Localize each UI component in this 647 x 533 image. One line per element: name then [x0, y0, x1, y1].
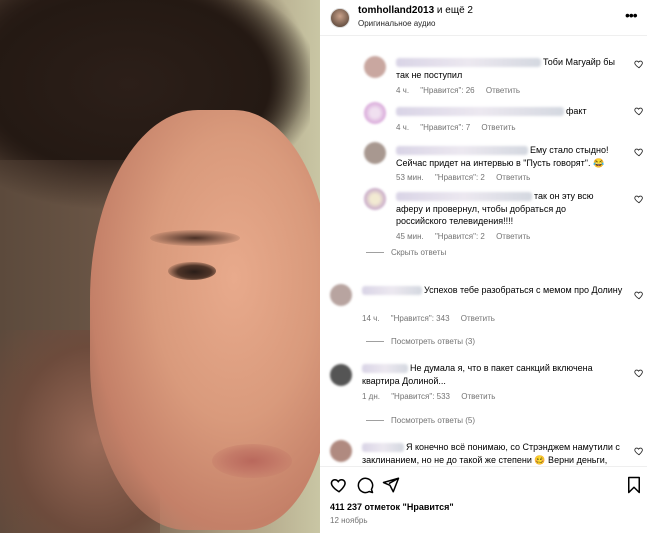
author-avatar[interactable]	[330, 8, 350, 28]
comment-avatar[interactable]	[364, 188, 386, 210]
comment-time: 14 ч.	[362, 314, 380, 323]
reply-button[interactable]: Ответить	[496, 173, 530, 182]
comment-time: 1 дн.	[362, 392, 380, 401]
comment-username[interactable]	[362, 443, 404, 453]
comment-text: факт	[566, 106, 587, 116]
coauthors-link[interactable]: и ещё 2	[437, 5, 473, 16]
comment-username[interactable]	[396, 146, 528, 156]
heart-icon[interactable]	[634, 290, 644, 300]
comment-avatar[interactable]	[330, 440, 352, 462]
comment-avatar[interactable]	[364, 102, 386, 124]
reply-button[interactable]: Ответить	[496, 232, 530, 241]
author-line: tomholland2013 и ещё 2	[358, 5, 473, 16]
comment-likes[interactable]: "Нравится": 2	[435, 173, 485, 182]
comment-likes[interactable]: "Нравится": 7	[420, 123, 470, 132]
comment-username[interactable]	[396, 58, 541, 68]
view-replies-button[interactable]: Посмотреть ответы (3)	[366, 337, 475, 346]
post-photo	[0, 0, 320, 533]
post-actions-bar	[320, 466, 647, 502]
comment-icon[interactable]	[356, 476, 374, 494]
bookmark-icon[interactable]	[625, 476, 643, 494]
comment-avatar[interactable]	[364, 142, 386, 164]
like-heart-icon[interactable]	[330, 476, 348, 494]
heart-icon[interactable]	[634, 59, 644, 69]
comment-time: 4 ч.	[396, 86, 410, 95]
comments-list[interactable]: Тоби Магуайр бы так не поступил 4 ч. "Нр…	[320, 36, 647, 466]
post-header: tomholland2013 и ещё 2 Оригинальное ауди…	[320, 0, 647, 36]
share-icon[interactable]	[382, 476, 400, 494]
comment-item: так он эту всю аферу и провернул, чтобы …	[320, 188, 647, 244]
comment-item: Я конечно всё понимаю, со Стрэнджем наму…	[320, 440, 647, 466]
reply-button[interactable]: Ответить	[461, 314, 495, 323]
post-side-panel: tomholland2013 и ещё 2 Оригинальное ауди…	[320, 0, 647, 533]
heart-icon[interactable]	[634, 368, 644, 378]
comment-item: факт 4 ч. "Нравится": 7 Ответить	[320, 102, 647, 136]
audio-link[interactable]: Оригинальное аудио	[358, 19, 435, 28]
reply-button[interactable]: Ответить	[486, 86, 520, 95]
heart-icon[interactable]	[634, 106, 644, 116]
reply-button[interactable]: Ответить	[481, 123, 515, 132]
post-date: 12 ноябрь	[330, 516, 368, 525]
more-options-icon[interactable]: •••	[625, 8, 638, 22]
comment-time: 45 мин.	[396, 232, 424, 241]
reply-button[interactable]: Ответить	[461, 392, 495, 401]
comment-likes[interactable]: "Нравится": 343	[391, 314, 450, 323]
comment-avatar[interactable]	[330, 284, 352, 306]
comment-username[interactable]	[396, 192, 532, 202]
comment-item: Тоби Магуайр бы так не поступил 4 ч. "Нр…	[320, 36, 647, 98]
comment-likes[interactable]: "Нравится": 26	[420, 86, 474, 95]
comment-username[interactable]	[362, 286, 422, 296]
heart-icon[interactable]	[634, 446, 644, 456]
view-replies-button[interactable]: Посмотреть ответы (5)	[366, 416, 475, 425]
comment-item: Не думала я, что в пакет санкций включен…	[320, 362, 647, 406]
comment-likes[interactable]: "Нравится": 2	[435, 232, 485, 241]
comment-username[interactable]	[396, 107, 564, 117]
comment-avatar[interactable]	[330, 364, 352, 386]
comment-username[interactable]	[362, 364, 408, 374]
author-username[interactable]: tomholland2013	[358, 5, 434, 16]
comment-item: Ему стало стыдно! Сейчас придет на интер…	[320, 142, 647, 184]
likes-count[interactable]: 411 237 отметок "Нравится"	[330, 502, 454, 512]
comment-avatar[interactable]	[364, 56, 386, 78]
comment-text: Успехов тебе разобраться с мемом про Дол…	[424, 285, 623, 295]
heart-icon[interactable]	[634, 194, 644, 204]
heart-icon[interactable]	[634, 147, 644, 157]
comment-likes[interactable]: "Нравится": 533	[391, 392, 450, 401]
comment-time: 53 мин.	[396, 173, 424, 182]
comment-item: Успехов тебе разобраться с мемом про Дол…	[320, 282, 647, 326]
comment-time: 4 ч.	[396, 123, 410, 132]
hide-replies-button[interactable]: Скрыть ответы	[366, 248, 446, 257]
